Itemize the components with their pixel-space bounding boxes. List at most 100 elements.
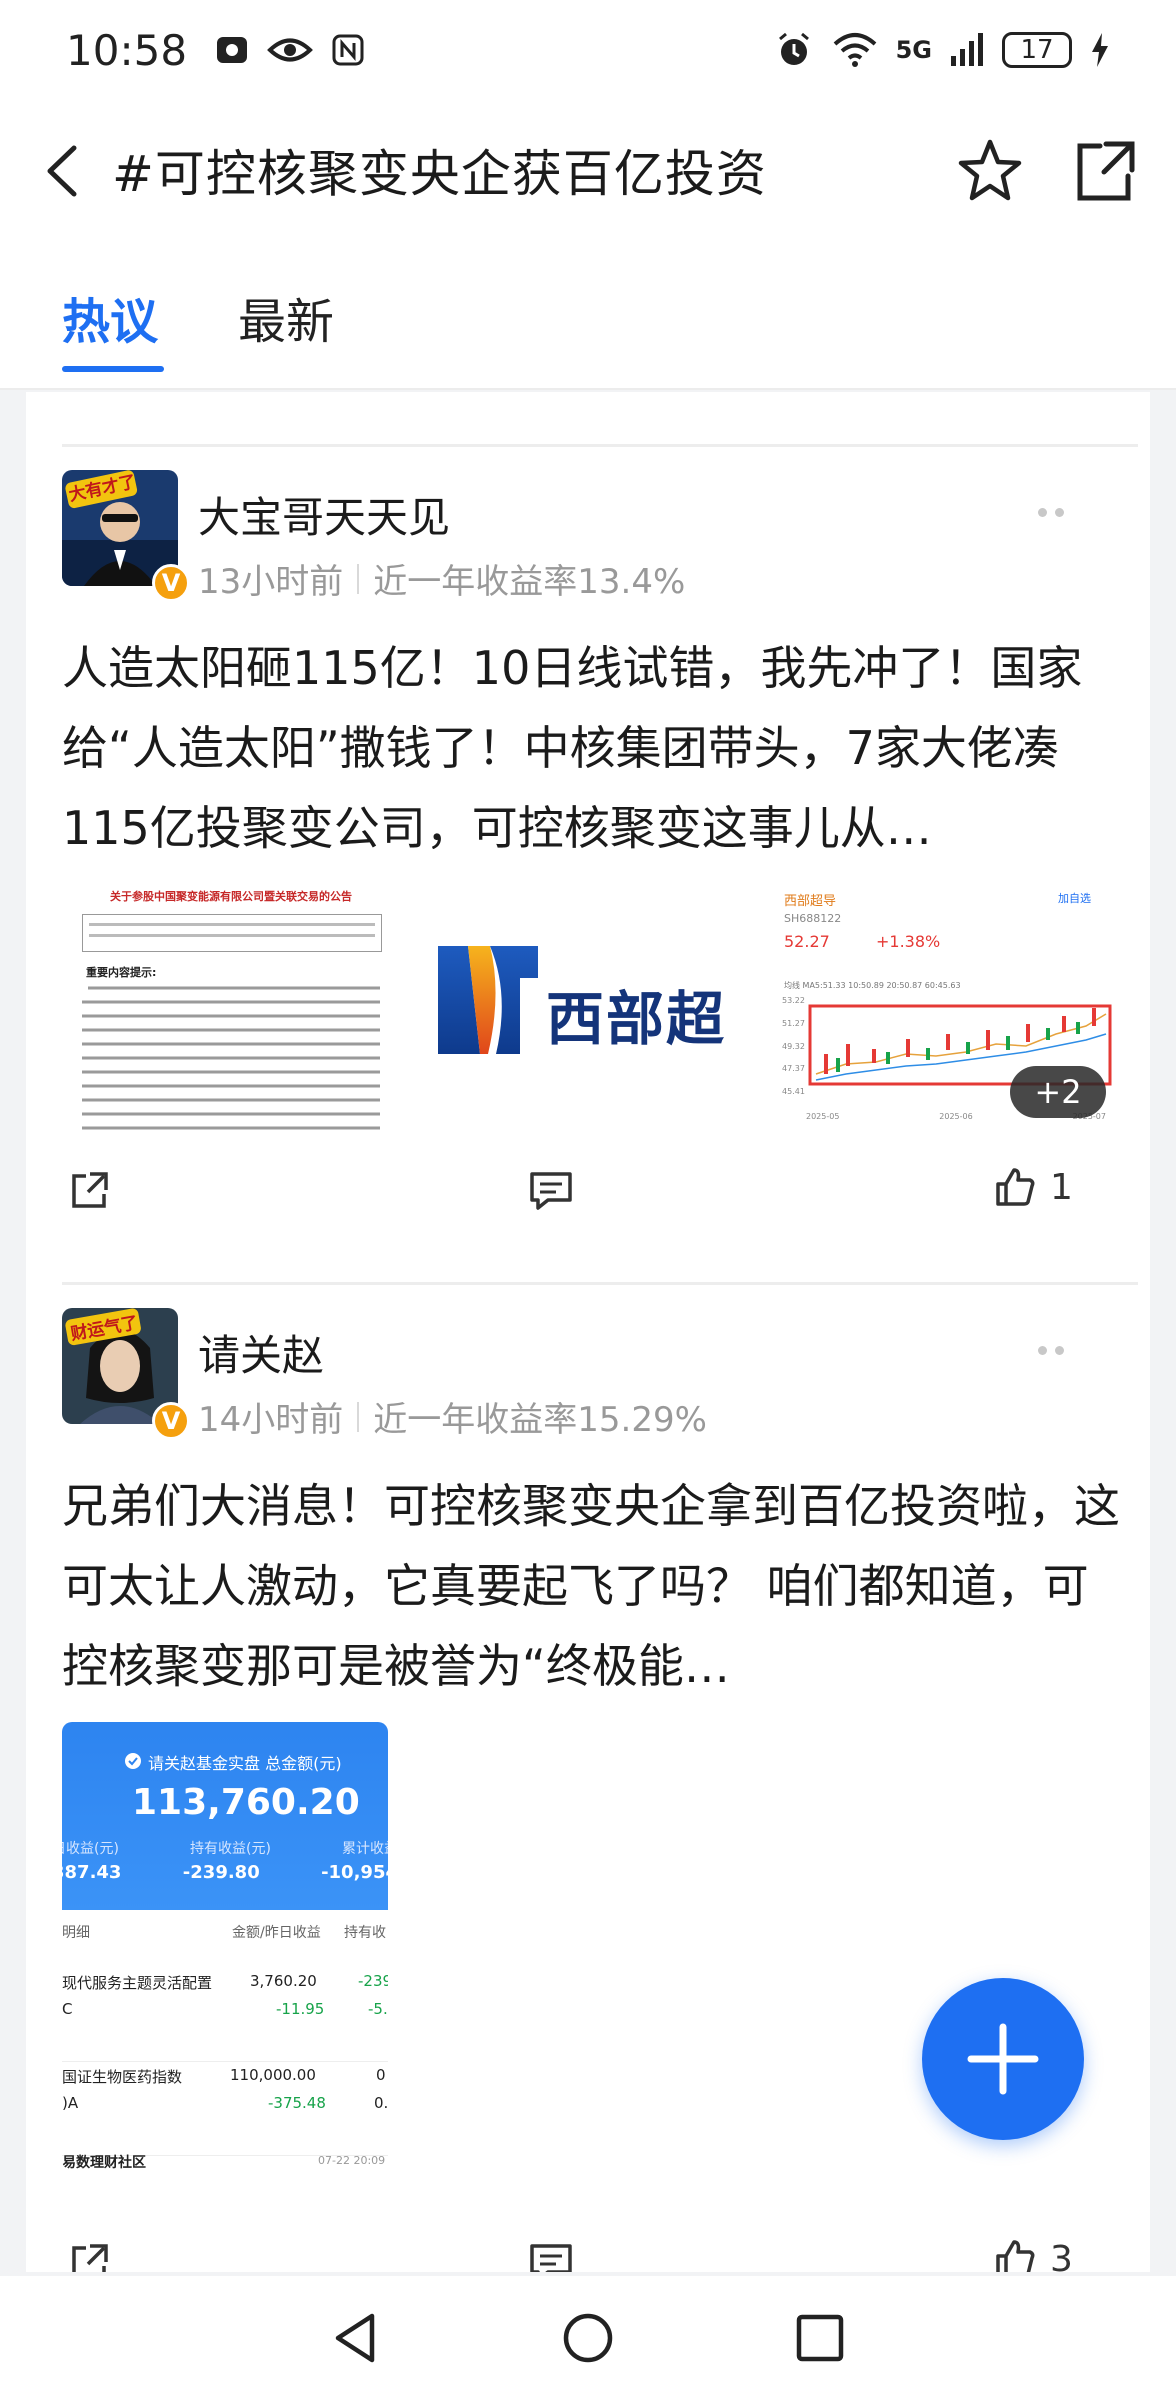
- fund-row-daily: -375.48: [268, 2094, 326, 2112]
- meta-separator: [357, 1401, 360, 1432]
- logo-text: 西部超: [546, 985, 727, 1053]
- comment-icon[interactable]: [528, 2242, 574, 2272]
- fund-row-daily: -11.95: [276, 2000, 325, 2018]
- post-image-logo[interactable]: 西部超: [418, 884, 758, 1130]
- fund-col-header: 金额/昨日收益: [232, 1925, 321, 1941]
- comment-icon[interactable]: [528, 1170, 574, 1212]
- fund-row-name: 国证生物医药指数: [62, 2068, 183, 2086]
- star-icon[interactable]: [955, 136, 1025, 206]
- doc-title: 关于参股中国聚变能源有限公司暨关联交易的公告: [110, 890, 352, 903]
- username[interactable]: 请关赵: [198, 1322, 324, 1383]
- nav-home-icon[interactable]: [560, 2310, 616, 2366]
- status-right-icons: 5G 17: [774, 30, 1110, 70]
- y-axis-label: 49.32: [782, 1041, 805, 1051]
- nfc-icon: [332, 34, 364, 66]
- verified-badge: V: [152, 1402, 190, 1440]
- alarm-icon: [778, 32, 809, 65]
- post-text[interactable]: 兄弟们大消息！可控核聚变央企拿到百亿投资啦，这可太让人激动，它真要起飞了吗？ 咱…: [62, 1466, 1132, 1706]
- huawei-app-icon: [217, 37, 248, 63]
- y-axis-label: 47.37: [782, 1064, 805, 1074]
- stock-y-axis: 53.22 51.27 49.32 47.37 45.41: [782, 996, 805, 1096]
- post-meta: 13小时前 近一年收益率13.4%: [198, 554, 685, 603]
- eye-icon: [267, 38, 313, 62]
- charging-icon: [1092, 33, 1108, 67]
- fund-row-hold: -239: [358, 1972, 388, 1990]
- tab-hot[interactable]: 热议: [62, 282, 158, 352]
- x-axis-label: 2025-05: [806, 1112, 840, 1121]
- fund-row: 国证生物医药指数 )A 110,000.00 -375.48 0 0.: [62, 2066, 388, 2156]
- divider: [62, 444, 1138, 447]
- y-axis-label: 45.41: [782, 1087, 805, 1096]
- post-image-document[interactable]: 关于参股中国聚变能源有限公司暨关联交易的公告 重要内容提示:: [62, 884, 400, 1130]
- fund-stat-value: -10,954: [321, 1862, 388, 1883]
- share-icon[interactable]: [70, 2242, 110, 2272]
- nav-back-icon[interactable]: [328, 2310, 384, 2366]
- battery-indicator: 17: [1002, 32, 1072, 68]
- create-post-button[interactable]: [922, 1978, 1084, 2140]
- more-images-badge[interactable]: +2: [1010, 1066, 1106, 1118]
- nav-recent-apps-icon[interactable]: [792, 2310, 848, 2366]
- like-count: 1: [1050, 1166, 1073, 1208]
- thumbs-up-icon: [996, 1168, 1035, 1206]
- like-button[interactable]: 1: [994, 1166, 1073, 1208]
- yield-rate: 近一年收益率13.4%: [373, 562, 686, 602]
- post-meta: 14小时前 近一年收益率15.29%: [198, 1392, 707, 1441]
- share-icon[interactable]: [70, 1170, 110, 1210]
- fund-footer-time: 07-22 20:09: [318, 2154, 386, 2167]
- thumbs-up-icon: [996, 2240, 1035, 2272]
- fund-row-hold-sub: 0.: [374, 2094, 388, 2112]
- doc-text-lines: [82, 986, 380, 1130]
- fund-row-amount: 3,760.20: [250, 1972, 317, 1990]
- network-type: 5G: [895, 36, 932, 64]
- fund-stat-label: 持有收益(元): [190, 1841, 271, 1857]
- post-actions: 1: [26, 1166, 1150, 1226]
- doc-notice-box: [82, 914, 382, 952]
- fund-header-label: 请关赵基金实盘 总金额(元): [148, 1754, 342, 1773]
- fund-total: 113,760.20: [132, 1782, 360, 1823]
- status-left-icons: [215, 33, 365, 67]
- fund-row-hold: 0: [376, 2066, 386, 2084]
- like-button[interactable]: 3: [994, 2238, 1073, 2272]
- fund-row-sub: )A: [62, 2094, 79, 2112]
- y-axis-label: 51.27: [782, 1018, 805, 1028]
- post-image-fund[interactable]: 请关赵基金实盘 总金额(元) 113,760.20 日收益(元) 持有收益(元)…: [62, 1722, 388, 2170]
- post-image-stock-chart[interactable]: 西部超导 加自选 SH688122 52.27 +1.38% 均线 MA5:51…: [776, 884, 1114, 1130]
- more-options-icon[interactable]: [1038, 502, 1078, 522]
- username[interactable]: 大宝哥天天见: [198, 484, 450, 545]
- fund-stat-values: 387.43 -239.80 -10,954: [62, 1862, 388, 1883]
- y-axis-label: 53.22: [782, 996, 805, 1005]
- post-actions: 3: [26, 2238, 1150, 2272]
- tab-latest[interactable]: 最新: [238, 282, 334, 352]
- yield-rate: 近一年收益率15.29%: [373, 1400, 707, 1440]
- post-time: 13小时前: [198, 562, 344, 602]
- share-icon[interactable]: [1070, 136, 1140, 206]
- fund-row-sub: C: [62, 2000, 73, 2018]
- fund-footer: 易数理财社区: [62, 2155, 146, 2170]
- signal-icon: [951, 33, 983, 66]
- x-axis-label: 2025-06: [939, 1112, 973, 1121]
- topic-header: #可控核聚变央企获百亿投资: [0, 100, 1176, 240]
- fund-row: 现代服务主题灵活配置 C 3,760.20 -11.95 -239 -5.: [62, 1972, 388, 2062]
- more-images-count: +2: [1034, 1073, 1082, 1111]
- post-time: 14小时前: [198, 1400, 344, 1440]
- tab-active-indicator: [62, 366, 164, 372]
- fund-row-name: 现代服务主题灵活配置: [62, 1974, 213, 1992]
- tab-bar: 热议 最新: [0, 240, 1176, 390]
- more-options-icon[interactable]: [1038, 1340, 1078, 1360]
- fund-col-header: 明细: [62, 1925, 90, 1941]
- fund-row-hold-sub: -5.: [368, 2000, 388, 2018]
- fund-stat-label: 日收益(元): [62, 1841, 119, 1857]
- plus-icon: [967, 2023, 1039, 2095]
- verified-badge: V: [152, 564, 190, 602]
- status-bar: 10:58 5G 17: [0, 0, 1176, 100]
- post-text[interactable]: 人造太阳砸115亿！10日线试错，我先冲了！国家给“人造太阳”撒钱了！中核集团带…: [62, 628, 1132, 868]
- fund-stat-value: 387.43: [62, 1862, 122, 1883]
- meta-separator: [357, 563, 360, 594]
- wifi-icon: [833, 33, 876, 67]
- fund-col-header: 持有收: [344, 1925, 386, 1941]
- fund-row-amount: 110,000.00: [230, 2066, 316, 2084]
- divider: [62, 1282, 1138, 1285]
- fund-stat-value: -239.80: [182, 1862, 260, 1883]
- fund-stat-labels: 日收益(元) 持有收益(元) 累计收益: [62, 1838, 388, 1858]
- back-arrow-icon[interactable]: [34, 136, 94, 206]
